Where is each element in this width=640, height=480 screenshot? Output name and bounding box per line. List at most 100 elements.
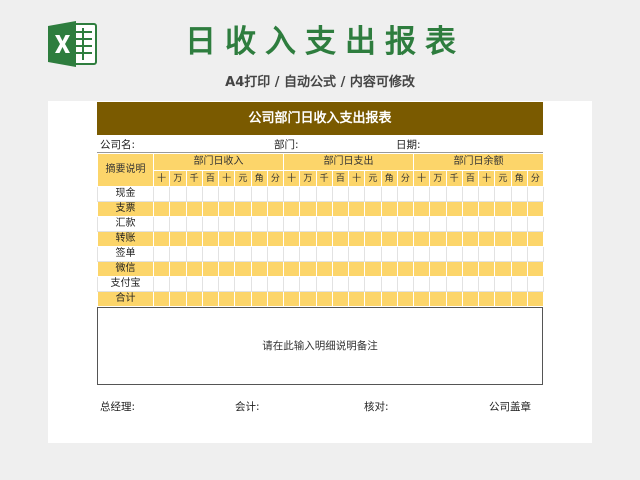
- amount-cell[interactable]: [412, 276, 431, 292]
- amount-cell[interactable]: [169, 246, 187, 262]
- amount-cell[interactable]: [315, 231, 333, 247]
- amount-cell[interactable]: [331, 201, 350, 217]
- amount-cell[interactable]: [429, 201, 447, 217]
- company-seal[interactable]: 公司盖章: [489, 399, 531, 414]
- amount-cell[interactable]: [266, 261, 285, 277]
- amount-cell[interactable]: [526, 231, 545, 247]
- amount-cell[interactable]: [380, 261, 398, 277]
- department-label[interactable]: 部门:: [274, 137, 299, 152]
- amount-cell[interactable]: [169, 291, 187, 307]
- amount-cell[interactable]: [445, 291, 463, 307]
- amount-cell[interactable]: [315, 186, 333, 202]
- amount-cell[interactable]: [282, 246, 301, 262]
- amount-cell[interactable]: [315, 246, 333, 262]
- amount-cell[interactable]: [429, 216, 447, 232]
- amount-cell[interactable]: [347, 186, 366, 202]
- amount-cell[interactable]: [445, 186, 463, 202]
- accountant-signature[interactable]: 会计:: [235, 399, 260, 414]
- amount-cell[interactable]: [445, 246, 463, 262]
- amount-cell[interactable]: [315, 276, 333, 292]
- amount-cell[interactable]: [429, 276, 447, 292]
- notes-field[interactable]: 请在此输入明细说明备注: [97, 307, 543, 385]
- amount-cell[interactable]: [299, 276, 317, 292]
- amount-cell[interactable]: [201, 201, 220, 217]
- amount-cell[interactable]: [461, 246, 480, 262]
- amount-cell[interactable]: [299, 246, 317, 262]
- manager-signature[interactable]: 总经理:: [100, 399, 135, 414]
- amount-cell[interactable]: [396, 291, 415, 307]
- amount-cell[interactable]: [282, 291, 301, 307]
- amount-cell[interactable]: [494, 246, 512, 262]
- amount-cell[interactable]: [412, 231, 431, 247]
- amount-cell[interactable]: [217, 216, 236, 232]
- amount-cell[interactable]: [380, 186, 398, 202]
- amount-cell[interactable]: [315, 201, 333, 217]
- amount-cell[interactable]: [477, 276, 496, 292]
- amount-cell[interactable]: [461, 291, 480, 307]
- amount-cell[interactable]: [217, 231, 236, 247]
- amount-cell[interactable]: [364, 231, 382, 247]
- amount-cell[interactable]: [477, 186, 496, 202]
- amount-cell[interactable]: [169, 276, 187, 292]
- amount-cell[interactable]: [169, 231, 187, 247]
- amount-cell[interactable]: [461, 231, 480, 247]
- amount-cell[interactable]: [185, 186, 203, 202]
- amount-cell[interactable]: [282, 201, 301, 217]
- amount-cell[interactable]: [510, 276, 528, 292]
- amount-cell[interactable]: [364, 186, 382, 202]
- amount-cell[interactable]: [526, 246, 545, 262]
- amount-cell[interactable]: [152, 291, 171, 307]
- amount-cell[interactable]: [494, 261, 512, 277]
- amount-cell[interactable]: [461, 216, 480, 232]
- amount-cell[interactable]: [477, 261, 496, 277]
- amount-cell[interactable]: [201, 261, 220, 277]
- amount-cell[interactable]: [152, 186, 171, 202]
- amount-cell[interactable]: [526, 291, 545, 307]
- company-label[interactable]: 公司名:: [100, 137, 135, 152]
- amount-cell[interactable]: [250, 276, 268, 292]
- amount-cell[interactable]: [331, 246, 350, 262]
- amount-cell[interactable]: [266, 276, 285, 292]
- amount-cell[interactable]: [152, 231, 171, 247]
- amount-cell[interactable]: [234, 276, 252, 292]
- amount-cell[interactable]: [266, 216, 285, 232]
- amount-cell[interactable]: [461, 201, 480, 217]
- amount-cell[interactable]: [169, 261, 187, 277]
- amount-cell[interactable]: [152, 261, 171, 277]
- amount-cell[interactable]: [299, 261, 317, 277]
- amount-cell[interactable]: [217, 201, 236, 217]
- amount-cell[interactable]: [510, 186, 528, 202]
- amount-cell[interactable]: [217, 291, 236, 307]
- amount-cell[interactable]: [217, 246, 236, 262]
- amount-cell[interactable]: [396, 276, 415, 292]
- amount-cell[interactable]: [510, 231, 528, 247]
- amount-cell[interactable]: [217, 186, 236, 202]
- amount-cell[interactable]: [445, 261, 463, 277]
- amount-cell[interactable]: [250, 231, 268, 247]
- amount-cell[interactable]: [266, 291, 285, 307]
- amount-cell[interactable]: [185, 246, 203, 262]
- amount-cell[interactable]: [396, 186, 415, 202]
- amount-cell[interactable]: [347, 216, 366, 232]
- amount-cell[interactable]: [201, 216, 220, 232]
- amount-cell[interactable]: [364, 261, 382, 277]
- amount-cell[interactable]: [331, 291, 350, 307]
- amount-cell[interactable]: [250, 246, 268, 262]
- amount-cell[interactable]: [152, 246, 171, 262]
- amount-cell[interactable]: [494, 276, 512, 292]
- amount-cell[interactable]: [364, 216, 382, 232]
- amount-cell[interactable]: [445, 216, 463, 232]
- amount-cell[interactable]: [250, 201, 268, 217]
- amount-cell[interactable]: [510, 261, 528, 277]
- amount-cell[interactable]: [266, 201, 285, 217]
- amount-cell[interactable]: [380, 246, 398, 262]
- amount-cell[interactable]: [250, 216, 268, 232]
- amount-cell[interactable]: [347, 261, 366, 277]
- amount-cell[interactable]: [201, 231, 220, 247]
- amount-cell[interactable]: [201, 291, 220, 307]
- amount-cell[interactable]: [494, 231, 512, 247]
- amount-cell[interactable]: [412, 186, 431, 202]
- amount-cell[interactable]: [364, 201, 382, 217]
- amount-cell[interactable]: [234, 291, 252, 307]
- amount-cell[interactable]: [526, 216, 545, 232]
